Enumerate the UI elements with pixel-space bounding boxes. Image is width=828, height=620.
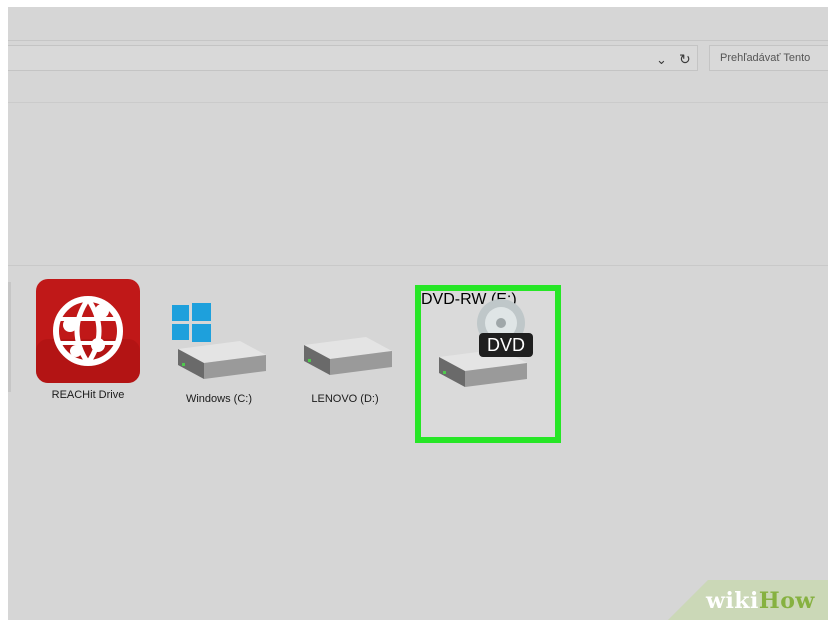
- drive-lenovo-d[interactable]: LENOVO (D:): [292, 327, 398, 413]
- windows-drive-icon: [172, 303, 266, 379]
- section-divider: [8, 265, 828, 266]
- drive-reachit[interactable]: REACHit Drive: [30, 279, 146, 409]
- drive-label: REACHit Drive: [51, 389, 125, 401]
- drive-label: Windows (C:): [185, 393, 252, 405]
- chevron-down-icon[interactable]: ⌄: [656, 52, 667, 68]
- file-explorer-window: ⌄ ↻ Prehľadávať Tento REACHit Drive Wind…: [8, 7, 828, 620]
- toolbar-divider: [8, 102, 828, 103]
- drive-dvd-rw-e[interactable]: DVD DVD-RW (E:): [415, 285, 561, 443]
- wikihow-watermark: wikiHow: [668, 580, 828, 620]
- drive-windows-c[interactable]: Windows (C:): [166, 303, 272, 413]
- wikihow-how-text: How: [758, 588, 815, 614]
- dvd-badge-text: DVD: [487, 335, 525, 355]
- reachit-logo-icon: [36, 279, 140, 383]
- address-bar[interactable]: [8, 45, 698, 71]
- wikihow-wiki-text: wiki: [706, 588, 759, 614]
- drive-label: LENOVO (D:): [311, 393, 379, 405]
- wikihow-logo: wikiHow: [706, 588, 815, 614]
- refresh-icon[interactable]: ↻: [679, 51, 691, 68]
- search-input[interactable]: Prehľadávať Tento: [709, 45, 828, 71]
- dvd-drive-icon: DVD: [439, 299, 533, 387]
- hard-drive-icon: [304, 337, 392, 375]
- ribbon-divider: [8, 40, 828, 41]
- left-scroll-edge: [8, 282, 11, 392]
